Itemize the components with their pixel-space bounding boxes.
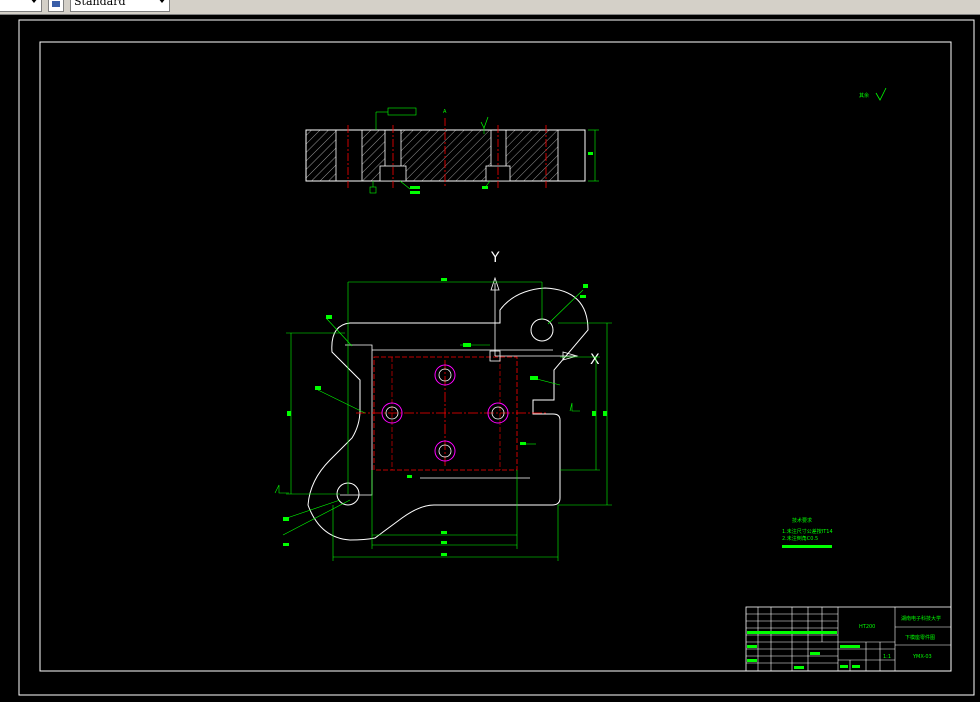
title-block-part-name: 下模座零件图: [905, 634, 935, 641]
title-block-scale: 1:1: [883, 654, 891, 660]
text-style-icon[interactable]: [48, 0, 64, 12]
toolbar: Standard: [0, 0, 980, 15]
drawing-canvas[interactable]: 其余 A Y X 技术要求 1.未注尺寸公差按IT14 2.未注倒角C0.5 H…: [0, 15, 980, 702]
roughness-note-text: 其余: [859, 92, 869, 99]
title-block-material: HT200: [859, 624, 875, 630]
chevron-down-icon[interactable]: [158, 0, 166, 3]
ucs-y-label: Y: [490, 250, 500, 266]
tech-requirements-title: 技术要求: [792, 517, 812, 524]
layer-dropdown[interactable]: [0, 0, 42, 12]
title-block-school: 湖南电子科技大学: [901, 615, 941, 622]
tech-requirements-line: 2.未注倒角C0.5: [782, 535, 818, 542]
tech-requirements-line: 1.未注尺寸公差按IT14: [782, 528, 833, 535]
section-label-top: A: [443, 109, 447, 115]
text-style-dropdown[interactable]: Standard: [70, 0, 170, 12]
ucs-x-label: X: [590, 352, 600, 368]
title-block-drawing-no: YMX-03: [912, 654, 932, 660]
text-style-dropdown-value: Standard: [74, 0, 126, 8]
chevron-down-icon[interactable]: [30, 0, 38, 3]
